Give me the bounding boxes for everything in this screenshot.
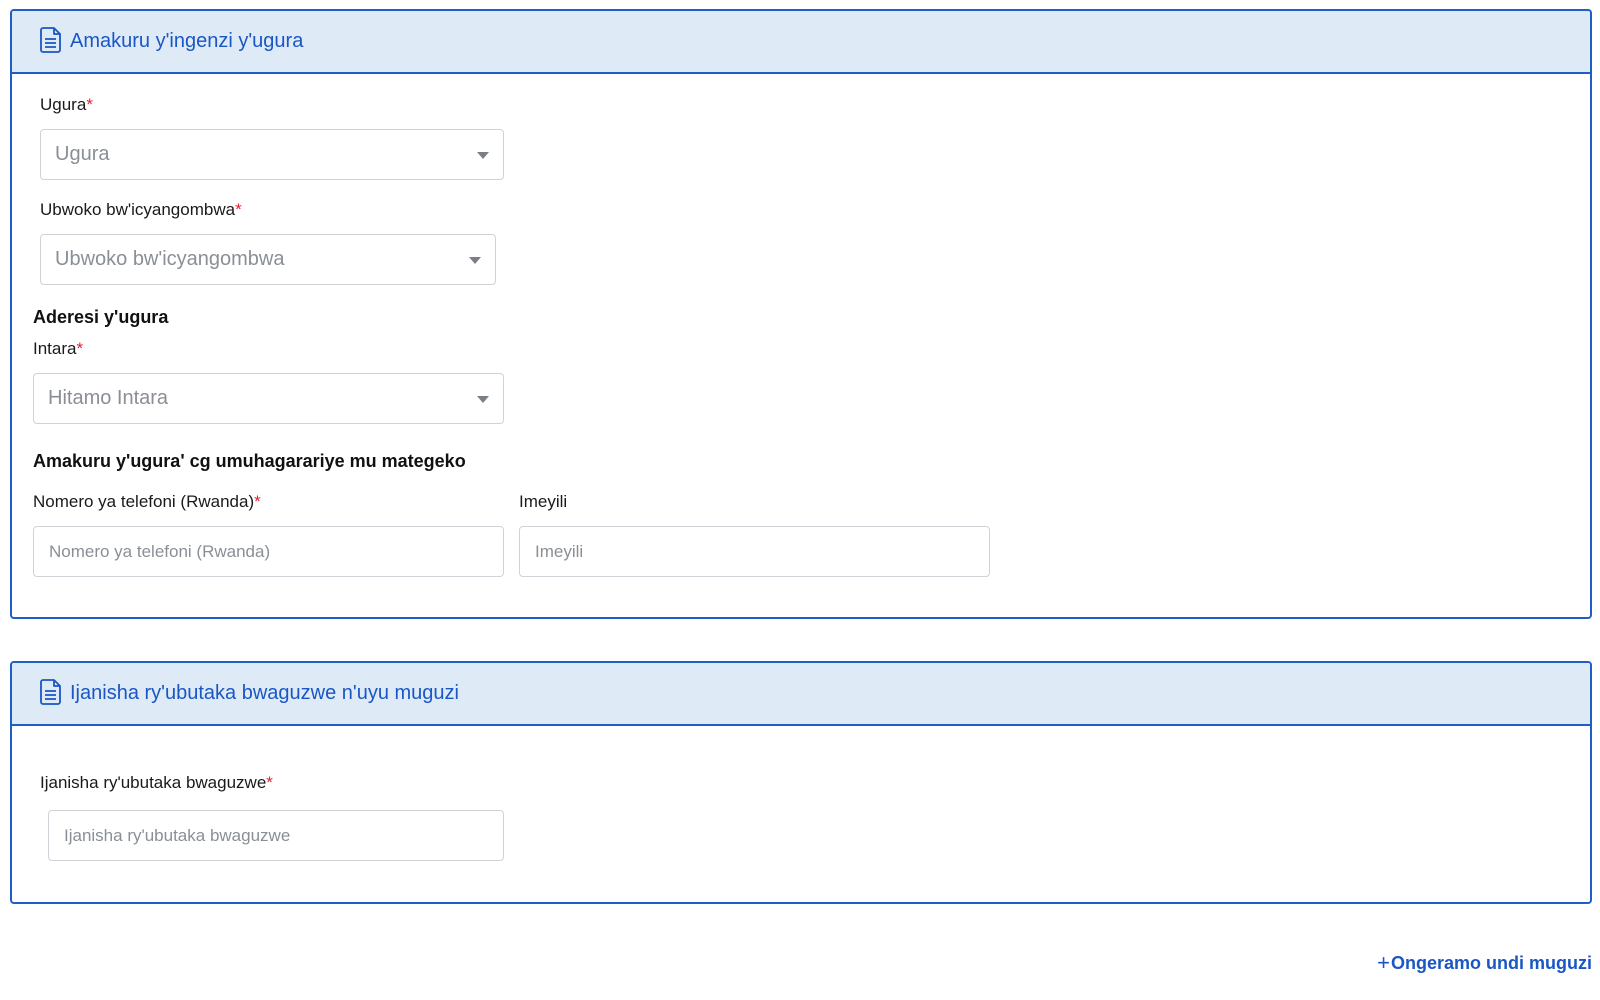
- chevron-down-icon: [477, 396, 489, 403]
- buyer-info-panel: Amakuru y'ingenzi y'ugura Ugura* Ugura U…: [10, 9, 1592, 619]
- buyer-info-header: Amakuru y'ingenzi y'ugura: [12, 11, 1590, 74]
- panel-title: Amakuru y'ingenzi y'ugura: [70, 30, 304, 52]
- address-heading: Aderesi y'ugura: [33, 307, 169, 327]
- plus-icon: +: [1377, 950, 1390, 975]
- document-icon: [40, 679, 61, 705]
- ubwoko-select-placeholder: Ubwoko bw'icyangombwa: [55, 248, 285, 270]
- ubwoko-label-text: Ubwoko bw'icyangombwa: [40, 200, 236, 219]
- ugura-select[interactable]: Ugura: [40, 129, 504, 180]
- share-label-text: Ijanisha ry'ubutaka bwaguzwe: [40, 773, 267, 792]
- land-share-header: Ijanisha ry'ubutaka bwaguzwe n'uyu muguz…: [12, 663, 1590, 726]
- add-buyer-label: Ongeramo undi muguzi: [1391, 953, 1592, 973]
- land-share-panel: Ijanisha ry'ubutaka bwaguzwe n'uyu muguz…: [10, 661, 1592, 904]
- contact-heading: Amakuru y'ugura' cg umuhagarariye mu mat…: [33, 451, 466, 471]
- intara-label-text: Intara: [33, 339, 77, 358]
- share-label: Ijanisha ry'ubutaka bwaguzwe*: [40, 773, 273, 793]
- email-label: Imeyili: [519, 492, 568, 511]
- required-mark: *: [266, 773, 273, 792]
- ubwoko-label: Ubwoko bw'icyangombwa*: [40, 200, 242, 220]
- document-icon: [40, 27, 61, 53]
- chevron-down-icon: [469, 257, 481, 264]
- ugura-label: Ugura*: [40, 95, 93, 115]
- required-mark: *: [86, 95, 93, 114]
- add-buyer-link[interactable]: +Ongeramo undi muguzi: [1377, 949, 1592, 975]
- share-input[interactable]: [48, 810, 504, 861]
- intara-select-placeholder: Hitamo Intara: [48, 387, 169, 409]
- chevron-down-icon: [477, 152, 489, 159]
- required-mark: *: [254, 492, 261, 511]
- intara-select[interactable]: Hitamo Intara: [33, 373, 504, 424]
- intara-label: Intara*: [33, 339, 83, 359]
- phone-input[interactable]: [33, 526, 504, 577]
- required-mark: *: [76, 339, 84, 358]
- panel-title: Ijanisha ry'ubutaka bwaguzwe n'uyu muguz…: [70, 682, 459, 704]
- phone-label: Nomero ya telefoni (Rwanda)*: [33, 492, 261, 512]
- ugura-label-text: Ugura: [40, 95, 87, 114]
- required-mark: *: [235, 200, 242, 219]
- ubwoko-select[interactable]: Ubwoko bw'icyangombwa: [40, 234, 496, 285]
- ugura-select-placeholder: Ugura: [55, 143, 110, 165]
- email-input[interactable]: [519, 526, 990, 577]
- phone-label-text: Nomero ya telefoni (Rwanda): [33, 492, 255, 511]
